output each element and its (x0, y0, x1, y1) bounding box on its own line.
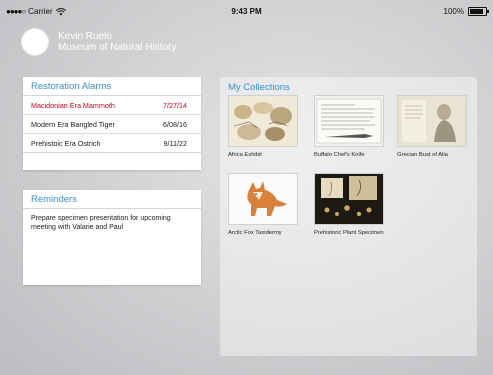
reminder-text[interactable]: Prepare specimen presentation for upcomi… (23, 209, 201, 237)
collections-title: My Collections (228, 82, 290, 93)
collection-item-arctic-fox[interactable]: Arctic Fox Taxidermy (228, 173, 298, 236)
battery-icon (468, 7, 489, 16)
reminders-title: Reminders (23, 190, 201, 209)
alarm-date: 7/27/14 (163, 101, 187, 110)
avatar[interactable] (22, 29, 48, 55)
status-right: 100% (443, 7, 489, 16)
alarm-date: 9/11/22 (163, 139, 187, 148)
collection-item-africa-exhibit[interactable]: Africa Exhibit (228, 95, 298, 158)
collection-label: Buffalo Chef's Knife (314, 152, 365, 158)
user-profile[interactable]: Kevin Ruelo Museum of Natural History (22, 29, 176, 55)
collection-label: Prehistoric Plant Specimen (314, 230, 384, 236)
collection-item-buffalo-chefs-knife[interactable]: Buffalo Chef's Knife (314, 95, 384, 158)
sketch-collage-thumbnail[interactable] (228, 95, 298, 147)
restoration-alarms-card: Restoration Alarms Macidonian Era Mammot… (23, 77, 201, 170)
collection-item-prehistoric-plant[interactable]: Prehistoric Plant Specimen (314, 173, 384, 236)
plant-specimen-thumbnail[interactable] (314, 173, 384, 225)
alarm-name: Modern Era Bangled Tiger (31, 120, 115, 129)
document-photo-thumbnail[interactable] (314, 95, 384, 147)
alarm-row[interactable]: Prehistoic Era Ostrich 9/11/22 (23, 134, 201, 153)
user-name: Kevin Ruelo (58, 31, 112, 42)
collections-panel: My Collections Africa Exhibit Buffalo Ch… (220, 77, 477, 356)
statue-sketch-thumbnail[interactable] (397, 95, 467, 147)
alarms-title: Restoration Alarms (23, 77, 201, 96)
alarm-name: Prehistoic Era Ostrich (31, 139, 101, 148)
status-bar: ●●●●○ Carrier 9:43 PM 100% (0, 0, 493, 22)
fox-photo-thumbnail[interactable] (228, 173, 298, 225)
alarm-row[interactable]: Modern Era Bangled Tiger 6/08/16 (23, 115, 201, 134)
alarm-row[interactable]: Macidonian Era Mammoth 7/27/14 (23, 96, 201, 115)
profile-text: Kevin Ruelo Museum of Natural History (58, 31, 176, 53)
reminders-card: Reminders Prepare specimen presentation … (23, 190, 201, 285)
collection-item-grecian-bust[interactable]: Grecian Bust of Alia (397, 95, 467, 158)
collection-label: Arctic Fox Taxidermy (228, 230, 282, 236)
alarm-date: 6/08/16 (163, 120, 187, 129)
collection-label: Africa Exhibit (228, 152, 262, 158)
organization-name: Museum of Natural History (58, 42, 177, 53)
battery-percent: 100% (443, 7, 464, 16)
collection-label: Grecian Bust of Alia (397, 152, 448, 158)
alarm-name: Macidonian Era Mammoth (31, 101, 115, 110)
clock: 9:43 PM (231, 7, 262, 16)
